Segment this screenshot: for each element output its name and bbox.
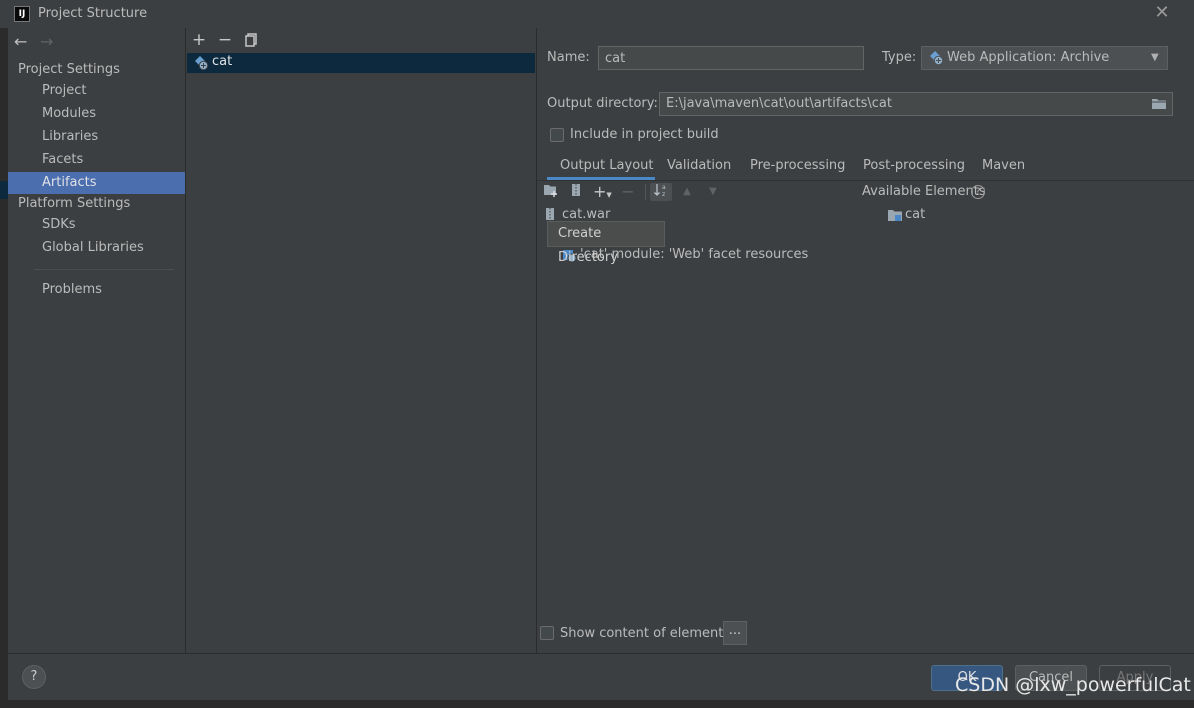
artifact-list-item[interactable]: cat [187, 53, 535, 73]
folder-icon[interactable] [1151, 96, 1167, 118]
type-label: Type: [882, 50, 917, 65]
archive-icon[interactable] [567, 183, 585, 201]
show-content-label: Show content of elements [560, 626, 731, 641]
artifact-name: cat [212, 54, 233, 69]
output-directory-value: E:\java\maven\cat\out\artifacts\cat [666, 96, 892, 111]
sidebar-item-libraries[interactable]: Libraries [8, 126, 185, 148]
ellipsis-button[interactable]: ... [723, 621, 747, 645]
tooltip: Create Directory [547, 221, 665, 265]
output-directory-label: Output directory: [547, 96, 658, 111]
module-folder-icon [887, 208, 903, 226]
create-directory-icon[interactable] [542, 183, 560, 201]
toolbar-separator [645, 184, 646, 200]
title-bar [0, 0, 1194, 28]
available-item-cat[interactable]: cat [905, 207, 925, 222]
sidebar-item-problems[interactable]: Problems [8, 279, 185, 301]
move-down-icon[interactable]: ▼ [704, 183, 722, 201]
available-elements-label: Available Elements [862, 184, 986, 199]
bottom-strip [0, 700, 1194, 708]
forward-arrow-icon[interactable]: → [40, 32, 53, 51]
section-platform-settings: Platform Settings [18, 196, 131, 211]
tab-output-layout[interactable]: Output Layout [560, 155, 653, 179]
move-up-icon[interactable]: ▲ [678, 183, 696, 201]
tab-validation[interactable]: Validation [667, 155, 731, 179]
help-icon[interactable]: ? [971, 185, 985, 199]
tab-maven[interactable]: Maven [982, 155, 1025, 179]
footer-divider [8, 653, 1194, 654]
tab-pre-processing[interactable]: Pre-processing [750, 155, 845, 179]
sidebar-item-facets[interactable]: Facets [8, 149, 185, 171]
add-icon[interactable]: + [190, 31, 208, 49]
section-project-settings: Project Settings [18, 62, 120, 77]
type-value: Web Application: Archive [947, 50, 1110, 65]
svg-text:a: a [662, 184, 666, 191]
help-button[interactable]: ? [22, 665, 46, 689]
include-in-build-checkbox[interactable] [550, 128, 564, 142]
tab-post-processing[interactable]: Post-processing [863, 155, 965, 179]
sort-icon[interactable]: az [650, 183, 672, 201]
sidebar-divider [34, 269, 174, 270]
sidebar-item-sdks[interactable]: SDKs [8, 214, 185, 236]
watermark: CSDN @lxw_powerfulCat [955, 674, 1191, 696]
sidebar-item-project[interactable]: Project [8, 80, 185, 102]
sidebar-item-artifacts[interactable]: Artifacts [8, 172, 185, 194]
background-selection-stripe [0, 181, 8, 199]
remove-icon[interactable]: − [216, 31, 234, 49]
window-title: Project Structure [38, 6, 148, 21]
tab-divider [537, 180, 1194, 181]
output-directory-field[interactable]: E:\java\maven\cat\out\artifacts\cat [659, 92, 1173, 116]
remove-icon[interactable]: − [619, 183, 637, 201]
artifact-list-panel [186, 28, 537, 653]
show-content-checkbox[interactable] [540, 626, 554, 640]
web-archive-icon [928, 50, 944, 66]
web-archive-icon [193, 55, 209, 71]
close-icon[interactable]: ✕ [1153, 3, 1171, 23]
copy-icon[interactable] [242, 31, 260, 49]
chevron-down-icon: ▼ [1151, 52, 1159, 63]
back-arrow-icon[interactable]: ← [14, 32, 27, 51]
sidebar-item-global-libraries[interactable]: Global Libraries [8, 237, 185, 259]
background-window-edge [0, 28, 8, 700]
name-label: Name: [547, 50, 590, 65]
sidebar-item-modules[interactable]: Modules [8, 103, 185, 125]
intellij-app-icon: IJ [14, 6, 30, 22]
svg-text:z: z [662, 191, 665, 197]
type-select[interactable]: Web Application: Archive ▼ [921, 46, 1168, 70]
name-field[interactable] [598, 46, 864, 70]
add-icon[interactable]: +▼ [593, 183, 612, 201]
include-in-build-label: Include in project build [570, 127, 719, 142]
tree-root[interactable]: cat.war [562, 207, 610, 222]
